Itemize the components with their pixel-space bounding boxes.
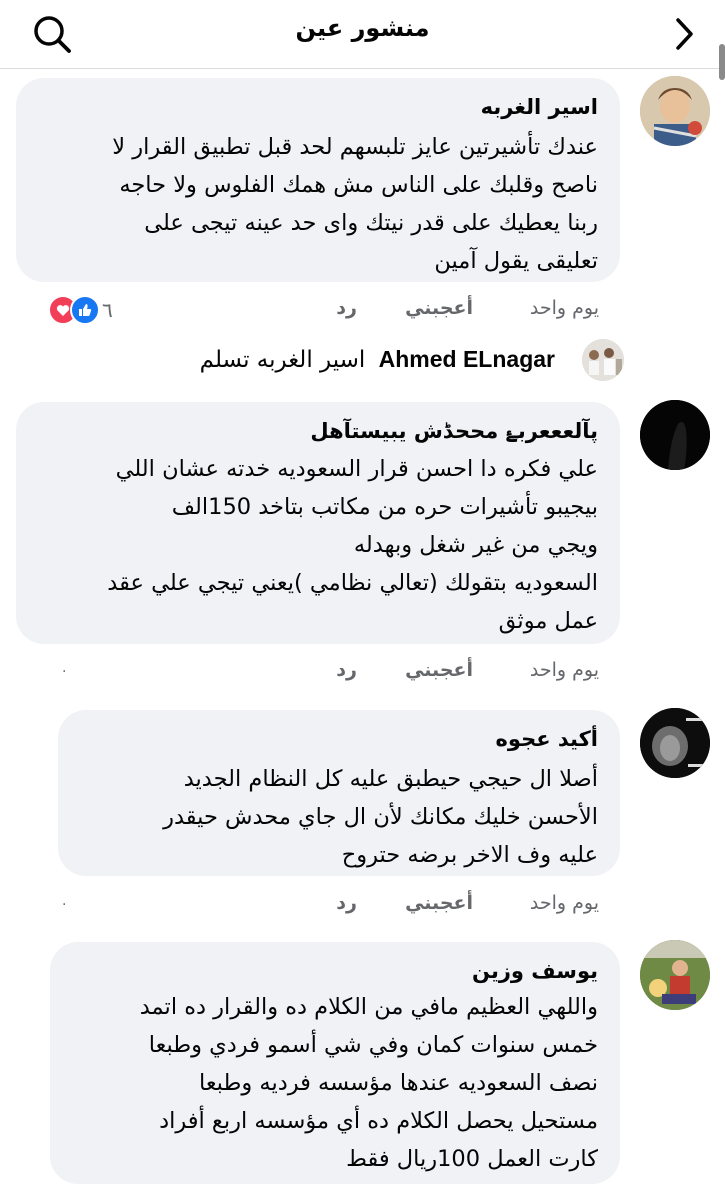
comment-bubble[interactable]: پآلعععربۓ مححڈش يبيستآهل علي فكره دا احس… [16,402,620,644]
comment-author[interactable]: پآلعععربۓ مححڈش يبيستآهل [36,416,598,446]
group-photo-icon [582,339,624,381]
child-photo-icon [640,76,710,146]
avatar[interactable] [640,400,710,470]
comment-bubble[interactable]: يوسف وزين واللهي العظيم مافي من الكلام د… [50,942,620,1184]
reply-author[interactable]: Ahmed ELnagar [379,346,555,372]
more-dot[interactable]: · [62,897,66,913]
like-button[interactable]: أعجبني [405,892,473,914]
like-button[interactable]: أعجبني [405,297,473,319]
comment-actions: يوم واحد أعجبني رد [0,659,725,689]
more-dot[interactable]: · [62,664,66,680]
like-button[interactable]: أعجبني [405,659,473,681]
comment-text-line: خمس سنوات كمان وفي شي أسمو فردي وطبعا [148,1032,598,1058]
comment-text-line: مستحيل يحصل الكلام ده أي مؤسسه اربع أفرا… [159,1108,598,1134]
page-title: منشور عين [295,14,430,42]
comment-text-line: كارت العمل 100ريال فقط [346,1146,598,1172]
avatar[interactable] [640,940,710,1010]
dark-silhouette-icon [640,400,710,470]
reaction-count: ٦ [102,298,113,322]
comment-time: يوم واحد [529,892,599,914]
comment-time: يوم واحد [529,659,599,681]
comment-time: يوم واحد [529,297,599,319]
comment-text-line: واللهي العظيم مافي من الكلام ده والقرار … [139,994,598,1020]
reply-text: اسير الغربه تسلم [199,347,366,373]
comment-text-line: أصلا ال حيجي حيطبق عليه كل النظام الجديد [183,766,598,792]
avatar[interactable] [582,339,624,381]
comment-author[interactable]: اسير الغربه [36,92,598,122]
reply-button[interactable]: رد [336,659,357,681]
reply-comment: Ahmed ELnagar اسير الغربه تسلم [200,346,555,373]
comment-text-line: ربنا يعطيك على قدر نيتك واى حد عينه تيجى… [144,210,598,236]
back-button[interactable] [660,10,708,58]
scrollbar[interactable] [719,44,725,80]
like-reaction-icon [70,295,100,325]
comment-bubble[interactable]: أكيد عجوه أصلا ال حيجي حيطبق عليه كل الن… [58,710,620,876]
chevron-right-icon [676,18,693,50]
comment-text-line: عمل موثق [498,608,598,634]
comment-text-line: السعوديه بتقولك (تعالي نظامي )يعني تيجي … [107,570,598,596]
reactions-summary[interactable]: ٦ [48,295,113,325]
comment-text-line: ناصح وقلبك على الناس مش همك الفلوس ولا ح… [119,172,598,198]
reply-button[interactable]: رد [336,892,357,914]
child-photo-icon [640,940,710,1010]
top-bar: منشور عين [0,0,725,80]
comment-text-line: عليه وف الاخر برضه حتروح [341,842,598,868]
comment-text-line: ويجي من غير شغل وبهدله [353,532,598,558]
comment-text-line: نصف السعوديه عندها مؤسسه فرديه وطبعا [198,1070,598,1096]
comment-bubble[interactable]: اسير الغربه عندك تأشيرتين عايز تلبسهم لح… [16,78,620,282]
reply-button[interactable]: رد [336,297,357,319]
comment-text-line: عندك تأشيرتين عايز تلبسهم لحد قبل تطبيق … [112,134,598,160]
comment-text-line: علي فكره دا احسن قرار السعوديه خدته عشان… [115,456,598,482]
comment-text-line: الأحسن خليك مكانك لأن ال جاي محدش حيقدر [163,804,598,830]
comment-author[interactable]: يوسف وزين [70,956,598,986]
comment-author[interactable]: أكيد عجوه [78,724,598,754]
avatar[interactable] [640,708,710,778]
comment-actions: يوم واحد أعجبني رد [0,892,725,922]
lion-logo-icon [640,708,710,778]
comment-text-line: بيجيبو تأشيرات حره من مكاتب بتاخد 150الف [171,494,598,520]
comment-text-line: تعليقى يقول آمين [434,248,598,274]
avatar[interactable] [640,76,710,146]
